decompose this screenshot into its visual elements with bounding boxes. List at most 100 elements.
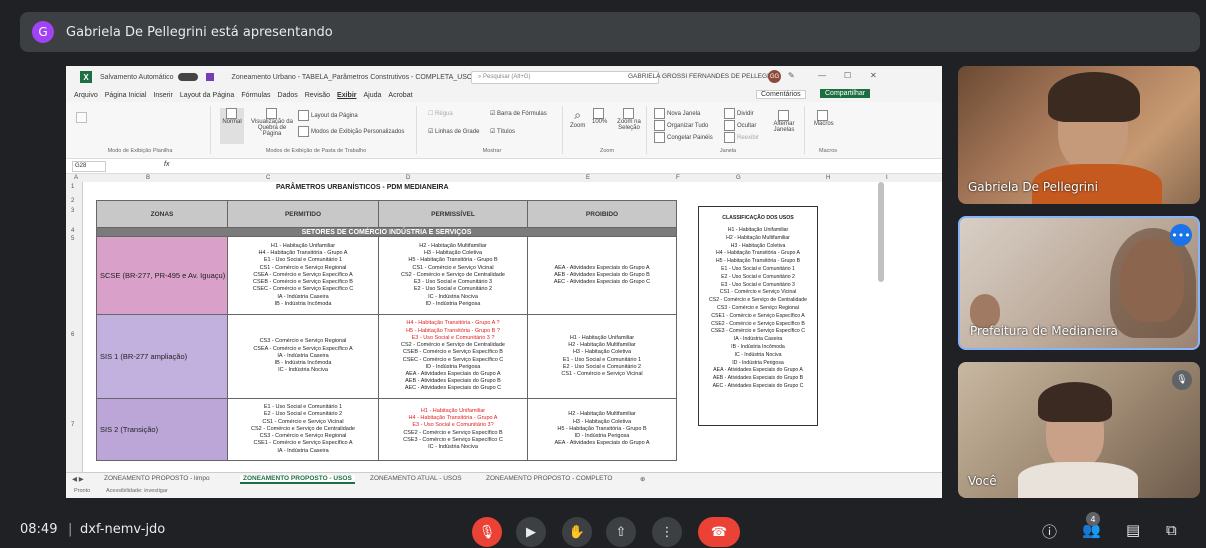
use-item: IC - Indústria Nociva xyxy=(278,367,328,374)
menu-item-7[interactable]: Exibir xyxy=(337,92,356,99)
permitido-cell[interactable]: E1 - Uso Social e Comunitário 1 E2 - Uso … xyxy=(227,398,379,461)
row-header[interactable]: 2 xyxy=(71,198,74,204)
info-icon[interactable]: ⓘ xyxy=(1042,521,1057,542)
menu-item-5[interactable]: Dados xyxy=(278,92,298,99)
add-sheet-icon[interactable]: ⊕ xyxy=(640,475,645,483)
activities-icon[interactable]: ⧉ xyxy=(1166,521,1177,539)
formula-bar-checkbox[interactable]: ☑ Barra de Fórmulas xyxy=(490,110,547,117)
excel-user-avatar[interactable]: GG xyxy=(768,70,781,83)
self-tile[interactable]: 🎙 Você xyxy=(958,362,1200,498)
sheet-grid[interactable]: 1 2 3 4 5 6 7 PARÂMETROS URBANÍSTICOS - PDM ME… xyxy=(66,182,942,472)
proibido-cell[interactable]: H1 - Habitação Unifamiliar H2 - Habitação… xyxy=(527,314,677,399)
minimize-icon[interactable]: — xyxy=(818,71,826,80)
column-header[interactable]: G xyxy=(736,175,741,181)
column-header[interactable]: H xyxy=(826,175,830,181)
fx-icon[interactable]: fx xyxy=(164,161,169,168)
row-header[interactable]: 4 xyxy=(71,228,74,234)
split-button[interactable]: Dividir xyxy=(724,108,754,119)
sheet-tab[interactable]: ZONEAMENTO PROPOSTO - limpo xyxy=(104,475,210,482)
zoom-button[interactable]: ⌕ Zoom xyxy=(570,108,585,129)
hide-button[interactable]: Ocultar xyxy=(724,120,756,131)
permissivel-cell[interactable]: H2 - Habitação Multifamiliar H3 - Habitaç… xyxy=(378,236,528,315)
sheet-tab[interactable]: ZONEAMENTO PROPOSTO - USOS xyxy=(240,475,355,484)
excel-menu-bar: Arquivo Página Inicial Inserir Layout da Pá… xyxy=(66,88,942,102)
menu-item-8[interactable]: Ajuda xyxy=(364,92,382,99)
unhide-button[interactable]: Reexibir xyxy=(724,132,759,143)
menu-item-0[interactable]: Arquivo xyxy=(74,92,98,99)
comments-button[interactable]: Comentários xyxy=(756,90,806,99)
row-header[interactable]: 6 xyxy=(71,332,74,338)
column-header[interactable]: D xyxy=(406,175,410,181)
maximize-icon[interactable]: ☐ xyxy=(844,71,851,80)
leave-call-button[interactable]: ☎ xyxy=(698,517,740,547)
switch-windows-icon xyxy=(777,110,789,121)
use-item: IB - Indústria Incômoda xyxy=(274,300,332,307)
headings-checkbox[interactable]: ☑ Títulos xyxy=(490,128,515,135)
classification-item: H1 - Habitação Unifamiliar xyxy=(727,227,789,233)
zone-name[interactable]: SIS 1 (BR-277 ampliação) xyxy=(96,314,228,399)
raise-hand-button[interactable]: ✋ xyxy=(562,517,592,547)
menu-item-2[interactable]: Inserir xyxy=(153,92,172,99)
arrange-all-button[interactable]: Organizar Tudo xyxy=(654,120,708,131)
new-window-button[interactable]: Nova Janela xyxy=(654,108,700,119)
gridlines-checkbox[interactable]: ☑ Linhas de Grade xyxy=(428,128,479,135)
menu-item-1[interactable]: Página Inicial xyxy=(105,92,147,99)
permissivel-cell[interactable]: H1 - Habitação Unifamiliar H4 - Habitação… xyxy=(378,398,528,461)
menu-item-9[interactable]: Acrobat xyxy=(388,92,412,99)
row-header[interactable]: 3 xyxy=(71,208,74,214)
camera-toggle-button[interactable]: ▶ xyxy=(516,517,546,547)
permitido-cell[interactable]: H1 - Habitação Unifamiliar H4 - Habitação… xyxy=(227,236,379,315)
accessibility-status[interactable]: Acessibilidade: investigar xyxy=(106,488,168,494)
row-header[interactable]: 7 xyxy=(71,422,74,428)
save-icon[interactable] xyxy=(205,73,214,81)
permitido-cell[interactable]: CS3 - Comércio e Serviço Regional CSEA - … xyxy=(227,314,379,399)
menu-item-3[interactable]: Layout da Página xyxy=(180,92,235,99)
column-header[interactable]: I xyxy=(886,175,888,181)
page-break-view-button[interactable]: Visualização da Quebra de Página xyxy=(250,108,294,137)
unhide-icon xyxy=(724,132,735,143)
macros-button[interactable]: Macros xyxy=(814,110,834,127)
row-header[interactable]: 5 xyxy=(71,236,74,242)
column-header[interactable]: C xyxy=(266,175,270,181)
close-icon[interactable]: ✕ xyxy=(870,71,877,80)
use-item: AEA - Atividades Especiais do Grupo A xyxy=(554,440,650,447)
proibido-cell[interactable]: AEA - Atividades Especiais do Grupo A AEB… xyxy=(527,236,677,315)
menu-item-4[interactable]: Fórmulas xyxy=(241,92,270,99)
column-header[interactable]: B xyxy=(146,175,150,181)
mic-toggle-button[interactable]: 🎙 xyxy=(472,517,502,547)
ruler-checkbox[interactable]: ☐ Régua xyxy=(428,110,453,117)
sheet-tab[interactable]: ZONEAMENTO PROPOSTO - COMPLETO xyxy=(486,475,612,482)
zoom-selection-button[interactable]: Zoom na Seleção xyxy=(614,108,644,131)
page-layout-button[interactable]: Layout da Página xyxy=(298,110,358,121)
menu-item-6[interactable]: Revisão xyxy=(305,92,330,99)
name-box[interactable]: G28 xyxy=(72,161,106,172)
zoom-100-button[interactable]: 100% xyxy=(592,108,607,125)
freeze-panes-button[interactable]: Congelar Painéis xyxy=(654,132,713,143)
zoom-selection-icon xyxy=(622,108,634,119)
custom-views-button[interactable]: Modos de Exibição Personalizados xyxy=(298,126,404,137)
vertical-scrollbar[interactable] xyxy=(878,182,884,282)
permissivel-cell[interactable]: H4 - Habitação Transitória - Grupo A ? H5… xyxy=(378,314,528,399)
row-header[interactable]: 1 xyxy=(71,184,74,190)
pen-icon[interactable]: ✎ xyxy=(788,71,795,80)
formula-bar-label: Barra de Fórmulas xyxy=(497,111,547,117)
column-header[interactable]: A xyxy=(74,175,78,181)
tab-nav-icon[interactable]: ◀ ▶ xyxy=(72,475,84,483)
ribbon-group-zoom: ⌕ Zoom 100% Zoom na Seleção Zoom xyxy=(568,106,647,154)
participant-tile-active[interactable]: ••• Prefeitura de Medianeira xyxy=(958,216,1200,350)
more-options-icon[interactable]: ••• xyxy=(1170,224,1192,246)
participant-tile[interactable]: Gabriela De Pellegrini xyxy=(958,66,1200,204)
chat-icon[interactable]: ▤ xyxy=(1126,521,1140,539)
switch-windows-button[interactable]: Alternar Janelas xyxy=(766,110,802,133)
autosave-toggle[interactable] xyxy=(177,73,198,81)
proibido-cell[interactable]: H2 - Habitação Multifamiliar H3 - Habitaç… xyxy=(527,398,677,461)
present-button[interactable]: ⇧ xyxy=(606,517,636,547)
column-header[interactable]: E xyxy=(586,175,590,181)
sheet-tab[interactable]: ZONEAMENTO ATUAL - USOS xyxy=(370,475,462,482)
column-header[interactable]: F xyxy=(676,175,680,181)
normal-view-button[interactable]: Normal xyxy=(220,108,244,144)
zone-name[interactable]: SIS 2 (Transição) xyxy=(96,398,228,461)
more-options-button[interactable]: ⋮ xyxy=(652,517,682,547)
zone-name[interactable]: SCSE (BR-277, PR-495 e Av. Iguaçu) xyxy=(96,236,228,315)
excel-share-button[interactable]: Compartilhar xyxy=(820,89,871,98)
